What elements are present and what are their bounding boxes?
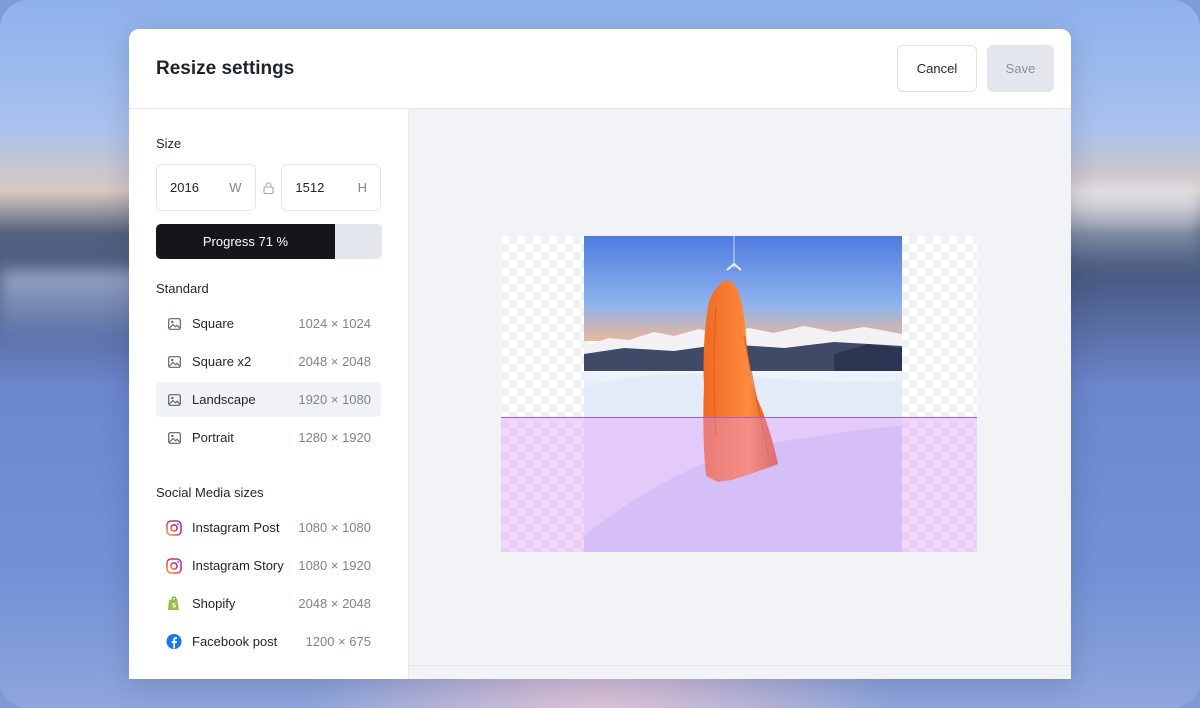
canvas-bottom-divider xyxy=(409,665,1071,666)
preset-dimensions: 2048 × 2048 xyxy=(298,596,371,611)
height-unit: H xyxy=(357,180,367,195)
standard-preset-list: Square 1024 × 1024 Square x2 2048 × 2048 Lan… xyxy=(156,306,381,455)
save-button[interactable]: Save xyxy=(987,45,1054,92)
background-snow-right xyxy=(1060,185,1200,265)
preset-facebook-post[interactable]: Facebook post 1200 × 675 xyxy=(156,624,381,659)
preset-instagram-story[interactable]: Instagram Story 1080 × 1920 xyxy=(156,548,381,583)
preset-name: Landscape xyxy=(192,392,256,407)
preset-name: Shopify xyxy=(192,596,236,611)
preset-name: Portrait xyxy=(192,430,234,445)
social-section-label: Social Media sizes xyxy=(156,485,264,500)
size-section-label: Size xyxy=(156,136,182,151)
instagram-icon xyxy=(166,557,182,574)
preview-stage-transparent[interactable] xyxy=(501,236,977,552)
preset-name: Facebook post xyxy=(192,634,278,649)
preset-name: Square xyxy=(192,316,234,331)
preset-landscape[interactable]: Landscape 1920 × 1080 xyxy=(156,382,381,417)
preset-square[interactable]: Square 1024 × 1024 xyxy=(156,306,381,341)
preset-portrait[interactable]: Portrait 1280 × 1920 xyxy=(156,420,381,455)
preset-dimensions: 1200 × 675 xyxy=(305,634,371,649)
width-value: 2016 xyxy=(170,180,199,195)
preset-dimensions: 1280 × 1920 xyxy=(298,430,371,445)
standard-section-label: Standard xyxy=(156,281,209,296)
height-value: 1512 xyxy=(295,180,325,195)
header-actions: Cancel Save xyxy=(897,45,1054,92)
background-snow-left xyxy=(0,270,140,340)
preset-dimensions: 1024 × 1024 xyxy=(298,316,371,331)
preview-canvas xyxy=(409,109,1071,679)
preset-shopify[interactable]: S Shopify 2048 × 2048 xyxy=(156,586,381,621)
width-field[interactable]: 2016 W xyxy=(156,164,256,211)
preset-dimensions: 1080 × 1080 xyxy=(298,520,371,535)
preset-square-x2[interactable]: Square x2 2048 × 2048 xyxy=(156,344,381,379)
facebook-icon xyxy=(166,633,182,650)
image-icon xyxy=(166,316,182,332)
preset-instagram-post[interactable]: Instagram Post 1080 × 1080 xyxy=(156,510,381,545)
modal-body: Size 2016 W 1512 H Progress 71 % Standar… xyxy=(129,109,1071,679)
progress-label: Progress 71 % xyxy=(202,234,289,249)
image-icon xyxy=(166,392,182,408)
social-preset-list: Instagram Post 1080 × 1080 Instagram Story… xyxy=(156,510,381,659)
height-field[interactable]: 1512 H xyxy=(281,164,381,211)
aspect-lock-icon[interactable] xyxy=(256,181,282,194)
crop-overlay[interactable] xyxy=(501,417,977,552)
preset-name: Square x2 xyxy=(192,354,252,369)
progress-bar: Progress 71 % xyxy=(156,224,382,259)
resize-settings-modal: Resize settings Cancel Save Size 2016 W xyxy=(129,29,1071,679)
preset-name: Instagram Story xyxy=(192,558,284,573)
image-icon xyxy=(166,430,182,446)
modal-title: Resize settings xyxy=(156,57,295,79)
width-unit: W xyxy=(229,180,242,195)
image-icon xyxy=(166,354,182,370)
svg-text:S: S xyxy=(172,603,176,610)
preset-name: Instagram Post xyxy=(192,520,280,535)
preset-dimensions: 1920 × 1080 xyxy=(298,392,371,407)
instagram-icon xyxy=(166,519,182,536)
modal-header: Resize settings Cancel Save xyxy=(129,29,1071,109)
shopify-icon: S xyxy=(166,596,182,612)
preset-dimensions: 2048 × 2048 xyxy=(298,354,371,369)
cancel-button[interactable]: Cancel xyxy=(897,45,977,92)
preset-dimensions: 1080 × 1920 xyxy=(298,558,371,573)
size-row: 2016 W 1512 H xyxy=(156,164,381,211)
settings-sidebar: Size 2016 W 1512 H Progress 71 % Standar… xyxy=(129,109,409,679)
